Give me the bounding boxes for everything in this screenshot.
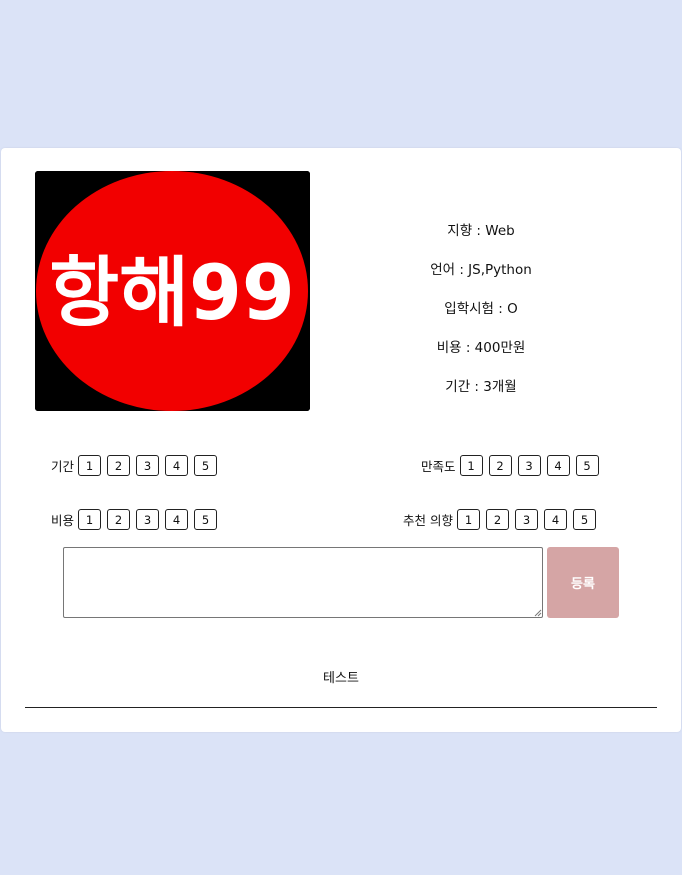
rating-satisfaction-2[interactable]: 2 [488,455,512,476]
rating-recommend-2[interactable]: 2 [485,509,509,530]
rating-satisfaction-4[interactable]: 4 [546,455,570,476]
submit-button[interactable]: 등록 [547,547,619,618]
rating-cost-4[interactable]: 4 [165,509,189,530]
rating-cost-3[interactable]: 3 [136,509,160,530]
rating-recommend: 추천 의향 1 2 3 4 5 [403,509,596,530]
rating-duration-3[interactable]: 3 [136,455,160,476]
info-entrance-test: 입학시험 : O [444,301,518,317]
info-cost: 비용 : 400만원 [436,340,526,356]
course-info: 지향 : Web 언어 : JS,Python 입학시험 : O 비용 : 40… [381,221,581,416]
resize-grip-icon[interactable] [534,609,542,617]
rating-duration: 기간 1 2 3 4 5 [51,455,218,476]
rating-recommend-3[interactable]: 3 [514,509,538,530]
rating-duration-5[interactable]: 5 [194,455,218,476]
rating-recommend-4[interactable]: 4 [543,509,567,530]
logo-text: 항해99 [49,248,295,337]
rating-cost-2[interactable]: 2 [107,509,131,530]
rating-satisfaction-label: 만족도 [421,459,456,474]
info-direction: 지향 : Web [447,223,515,239]
rating-satisfaction-5[interactable]: 5 [575,455,599,476]
rating-cost: 비용 1 2 3 4 5 [51,509,218,530]
rating-cost-label: 비용 [51,513,75,528]
rating-recommend-1[interactable]: 1 [456,509,480,530]
info-language: 언어 : JS,Python [430,262,532,278]
rating-duration-2[interactable]: 2 [107,455,131,476]
rating-cost-5[interactable]: 5 [194,509,218,530]
rating-satisfaction-3[interactable]: 3 [517,455,541,476]
comment-divider [25,707,657,708]
rating-recommend-label: 추천 의향 [403,513,453,528]
rating-cost-1[interactable]: 1 [78,509,102,530]
rating-satisfaction-1[interactable]: 1 [459,455,483,476]
info-duration: 기간 : 3개월 [445,379,517,395]
comment-input[interactable] [63,547,543,618]
academy-logo: 항해99 [35,171,310,411]
rating-satisfaction: 만족도 1 2 3 4 5 [421,455,599,476]
comment-item: 테스트 [323,671,359,686]
rating-recommend-5[interactable]: 5 [572,509,596,530]
review-card: 항해99 지향 : Web 언어 : JS,Python 입학시험 : O 비용… [1,148,681,732]
rating-duration-label: 기간 [51,459,75,474]
rating-duration-4[interactable]: 4 [165,455,189,476]
rating-duration-1[interactable]: 1 [78,455,102,476]
hanghae99-logo-image: 항해99 [35,171,310,411]
